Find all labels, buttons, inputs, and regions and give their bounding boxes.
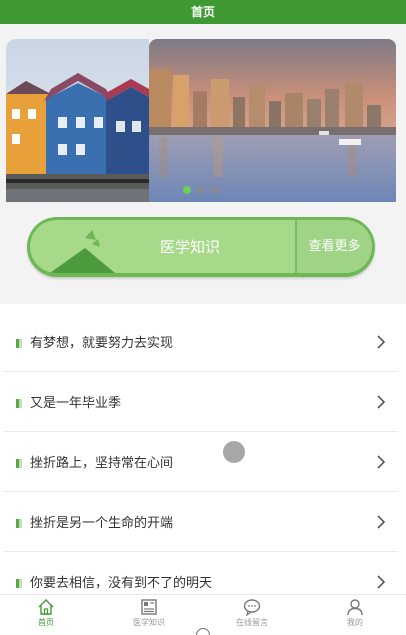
list-item-text: 又是一年毕业季 (30, 396, 122, 411)
chevron-right-icon (377, 575, 386, 589)
banner-slide-houses[interactable] (6, 39, 149, 202)
tab-online-message[interactable]: 在线留言 (212, 595, 292, 635)
list-item[interactable]: 你要去相信，没有到不了的明天 (4, 552, 398, 594)
page-title: 首页 (190, 5, 215, 19)
chevron-right-icon (377, 335, 386, 349)
bullet-icon (16, 399, 22, 408)
tab-label: 首页 (38, 618, 54, 627)
carousel-dot[interactable] (211, 186, 219, 194)
banner-carousel[interactable] (6, 39, 396, 202)
medical-knowledge-card[interactable]: 医学知识 查看更多 (27, 217, 375, 277)
tab-label: 医学知识 (133, 618, 165, 627)
chevron-right-icon (377, 455, 386, 469)
user-icon (347, 599, 363, 616)
tab-mine[interactable]: 我的 (315, 595, 395, 635)
chat-icon (243, 599, 261, 616)
loading-indicator (223, 441, 245, 463)
city-image (149, 39, 396, 202)
bullet-icon (16, 579, 22, 588)
mountain-icon (50, 230, 115, 273)
list-item-text: 挫折是另一个生命的开端 (30, 516, 174, 531)
bullet-icon (16, 459, 22, 468)
tab-label: 我的 (347, 618, 363, 627)
list-item[interactable]: 有梦想，就要努力去实现 (4, 312, 398, 372)
carousel-dot[interactable] (183, 186, 191, 194)
medical-knowledge-card-inner: 医学知识 查看更多 (30, 220, 372, 273)
houses-image (6, 39, 149, 202)
bullet-icon (16, 519, 22, 528)
carousel-indicators (183, 186, 219, 194)
carousel-dot[interactable] (197, 186, 205, 194)
tab-label: 在线留言 (236, 618, 268, 627)
article-list: 有梦想，就要努力去实现 又是一年毕业季 挫折路上，坚持常在心间 挫折是另一个生命… (0, 304, 406, 594)
home-indicator[interactable] (196, 628, 210, 635)
medical-knowledge-title: 医学知识 (160, 238, 221, 256)
chevron-right-icon (377, 395, 386, 409)
list-item[interactable]: 挫折是另一个生命的开端 (4, 492, 398, 552)
view-more-button[interactable]: 查看更多 (295, 220, 372, 273)
list-item[interactable]: 挫折路上，坚持常在心间 (4, 432, 398, 492)
home-icon (38, 599, 54, 615)
top-area: 医学知识 查看更多 (0, 24, 406, 304)
book-icon (141, 599, 157, 615)
tab-home[interactable]: 首页 (6, 595, 86, 635)
list-item-text: 你要去相信，没有到不了的明天 (30, 576, 213, 591)
chevron-right-icon (377, 515, 386, 529)
view-more-label: 查看更多 (308, 239, 361, 254)
bullet-icon (16, 339, 22, 348)
page-header: 首页 (0, 0, 406, 24)
banner-slide-city[interactable] (149, 39, 396, 202)
list-item-text: 有梦想，就要努力去实现 (30, 336, 174, 351)
tab-medical-knowledge[interactable]: 医学知识 (109, 595, 189, 635)
list-item-text: 挫折路上，坚持常在心间 (30, 456, 174, 471)
list-item[interactable]: 又是一年毕业季 (4, 372, 398, 432)
